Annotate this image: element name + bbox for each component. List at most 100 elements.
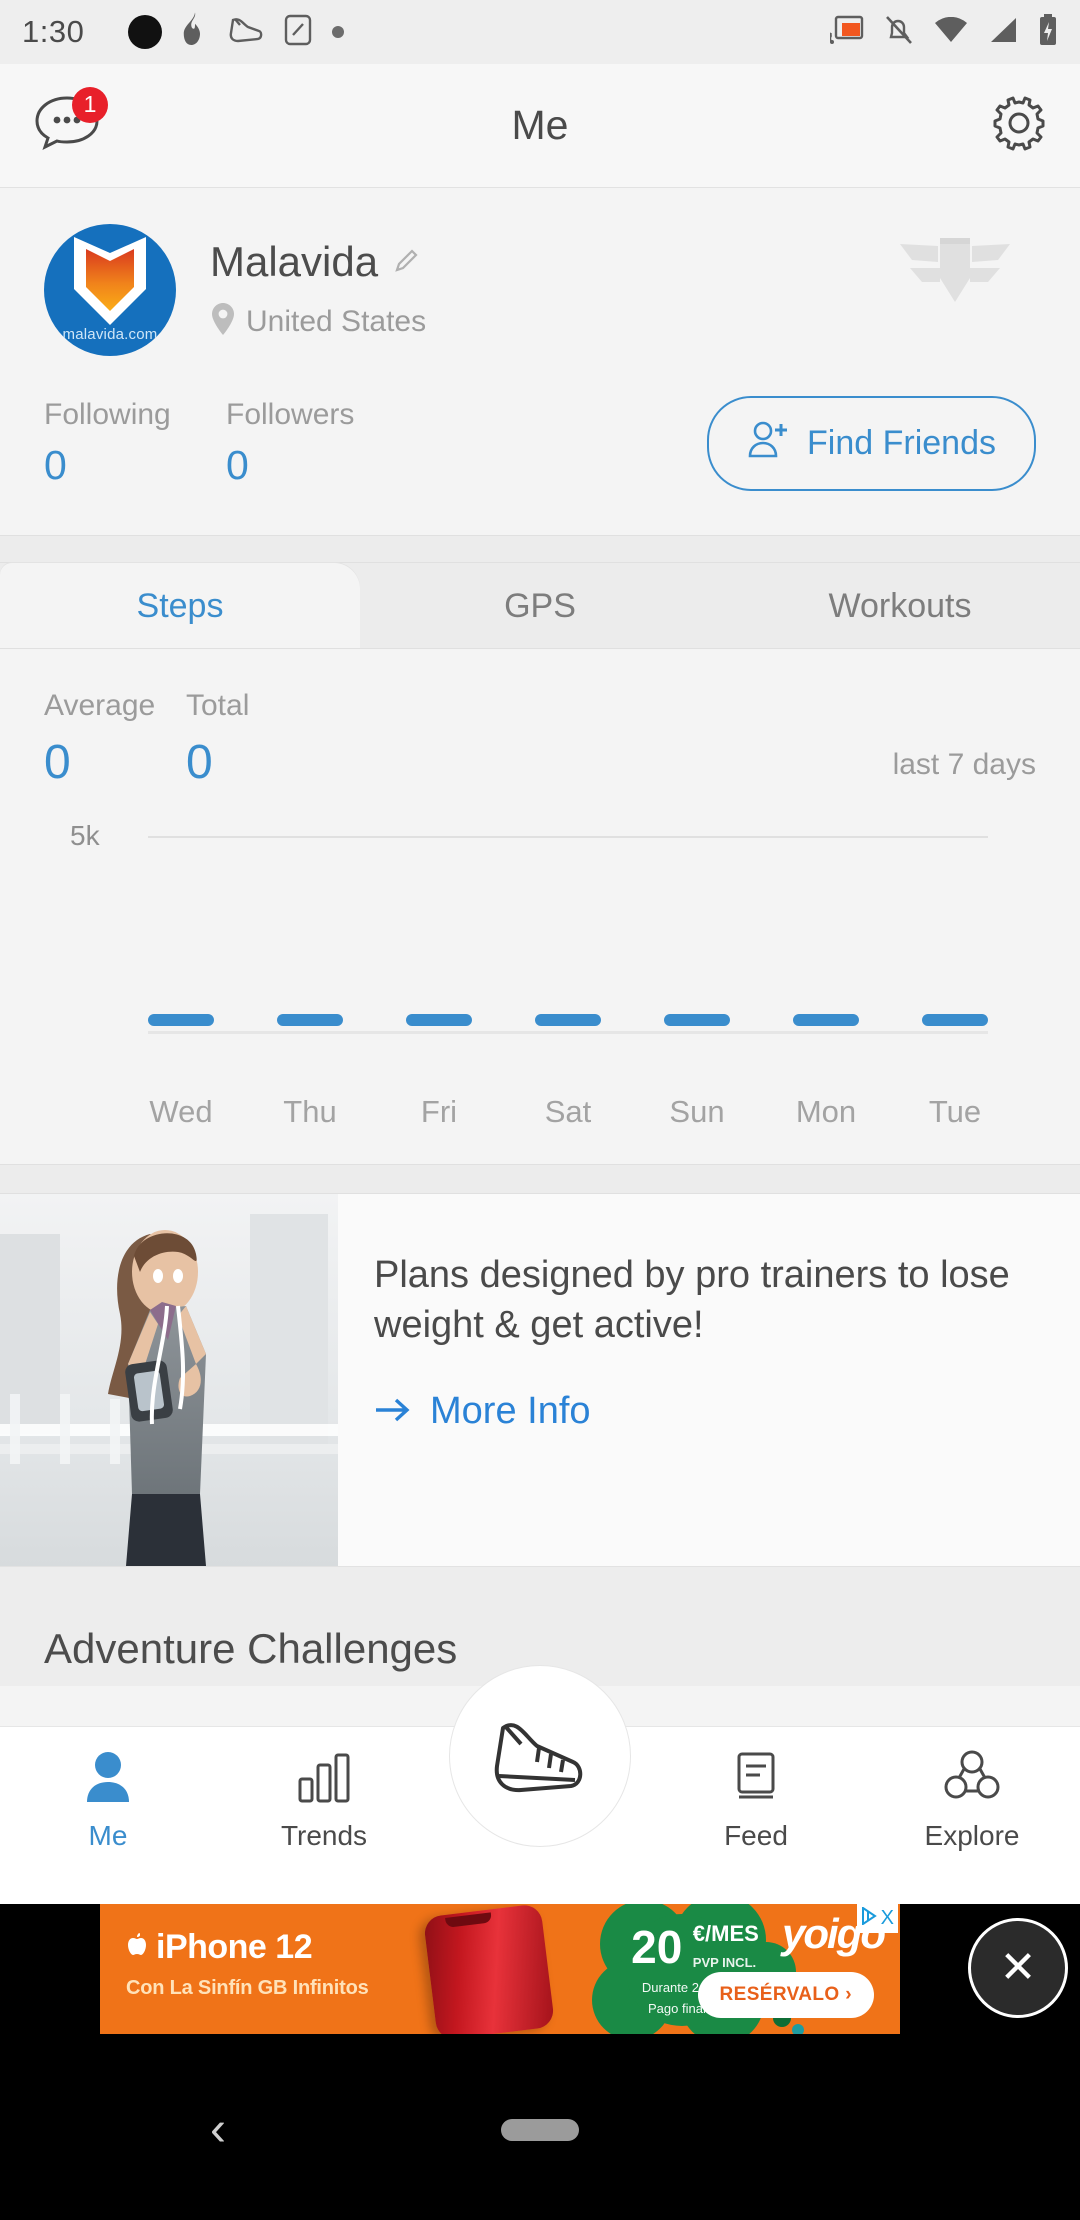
tabs-underline	[0, 648, 1080, 649]
running-shoe-icon	[487, 1706, 593, 1807]
ad-close-button[interactable]: ✕	[968, 1918, 1068, 2018]
adchoices-icon	[861, 1906, 877, 1930]
ad-price-unit-block: €/MES PVP INCL.	[693, 1921, 759, 1973]
shoe-icon	[228, 14, 264, 51]
promo-headline: Plans designed by pro trainers to lose w…	[374, 1254, 1010, 1347]
status-time: 1:30	[22, 14, 85, 49]
feed-document-icon	[729, 1749, 783, 1810]
ad-product-title: iPhone 12	[126, 1928, 369, 1967]
chart-x-label: Tue	[928, 1094, 982, 1129]
total-label: Total	[186, 689, 250, 722]
chart-bar	[535, 1014, 601, 1026]
following-stat[interactable]: Following 0	[44, 398, 226, 489]
chart-bar	[277, 1014, 343, 1026]
cellular-signal-icon	[988, 17, 1018, 48]
ad-cta-button[interactable]: RESÉRVALO ›	[697, 1972, 874, 2018]
start-activity-button[interactable]	[449, 1665, 631, 1847]
small-dot-icon	[332, 26, 345, 38]
adchoices-control[interactable]: X	[856, 1904, 898, 1933]
followers-stat[interactable]: Followers 0	[226, 398, 408, 489]
nav-label-me: Me	[88, 1820, 128, 1851]
notifications-muted-icon	[884, 14, 914, 51]
woman-running-photo	[0, 1194, 338, 1566]
profile-section: malavida.com Malavida United States Foll…	[0, 188, 1080, 535]
steps-summary: Average 0 Total 0 last 7 days	[44, 689, 1036, 790]
wifi-icon	[934, 16, 968, 48]
find-friends-button[interactable]: Find Friends	[707, 396, 1036, 491]
nav-label-explore: Explore	[924, 1820, 1020, 1851]
nav-label-feed: Feed	[724, 1820, 788, 1851]
following-value: 0	[44, 442, 67, 488]
profile-row: malavida.com Malavida United States	[0, 224, 1080, 356]
steps-panel: Average 0 Total 0 last 7 days 5k Wed Thu F…	[0, 649, 1080, 1164]
flame-icon	[180, 12, 210, 53]
settings-button[interactable]	[988, 92, 1050, 159]
chart-bar	[922, 1014, 988, 1026]
nav-item-explore[interactable]: Explore	[864, 1749, 1080, 1852]
promo-text: Plans designed by pro trainers to lose w…	[338, 1194, 1080, 1566]
status-bar-left: 1:30	[22, 12, 345, 53]
more-info-link[interactable]: More Info	[374, 1390, 1036, 1433]
nav-label-trends: Trends	[280, 1820, 368, 1851]
chart-x-label: Sun	[669, 1094, 725, 1129]
ad-price-note: PVP INCL.	[692, 1955, 757, 1970]
chart-x-label: Mon	[795, 1094, 857, 1129]
steps-bar-chart[interactable]: 5k	[44, 820, 1036, 1076]
tab-steps-label: Steps	[136, 586, 224, 625]
bottom-navigation: Me Trends Feed Explore	[0, 1665, 1080, 1904]
profile-stats: Following 0 Followers 0 Find Friends	[0, 356, 1080, 535]
ad-price: 20	[631, 1921, 683, 1973]
tab-gps-label: GPS	[504, 586, 576, 625]
tab-workouts-label: Workouts	[828, 586, 972, 625]
chart-bar	[793, 1014, 859, 1026]
nav-item-trends[interactable]: Trends	[216, 1749, 432, 1852]
activity-tabs: Steps GPS Workouts	[0, 563, 1080, 649]
solid-circle-icon	[128, 15, 163, 49]
tab-steps[interactable]: Steps	[0, 563, 360, 649]
chat-button[interactable]: 1	[30, 86, 108, 163]
find-friends-label: Find Friends	[807, 424, 996, 462]
ad-left-text: iPhone 12 Con La Sinfín GB Infinitos	[126, 1928, 369, 2000]
ad-product-label: iPhone 12	[156, 1928, 313, 1966]
average-stat: Average 0	[44, 689, 186, 790]
followers-label: Followers	[226, 398, 355, 431]
pencil-icon[interactable]	[392, 245, 422, 280]
ad-banner[interactable]: iPhone 12 Con La Sinfín GB Infinitos 20 …	[100, 1904, 900, 2034]
battery-charging-icon	[1038, 13, 1058, 51]
home-pill-icon[interactable]	[501, 2119, 579, 2141]
tab-gps[interactable]: GPS	[360, 563, 720, 649]
phone-screen: 1:30 1 Me malavida.com Malavida United S…	[0, 0, 1080, 2220]
explore-cloud-icon	[943, 1749, 1001, 1810]
location-row: United States	[210, 302, 426, 341]
arrow-right-icon	[374, 1390, 412, 1433]
followers-value: 0	[226, 442, 249, 488]
screenshot-icon	[282, 13, 314, 52]
malavida-logo-icon	[64, 231, 156, 340]
total-value: 0	[186, 736, 213, 789]
chart-bottom-spacer	[44, 1130, 1036, 1164]
location-label: United States	[246, 304, 427, 338]
average-value: 0	[44, 736, 71, 789]
cast-icon	[828, 15, 864, 50]
back-chevron-icon[interactable]: ‹	[210, 2106, 226, 2154]
winged-shield-badge-icon	[882, 230, 1028, 327]
promo-card[interactable]: Plans designed by pro trainers to lose w…	[0, 1194, 1080, 1566]
avatar[interactable]: malavida.com	[44, 224, 176, 356]
chart-bar	[406, 1014, 472, 1026]
username-row[interactable]: Malavida	[210, 238, 426, 286]
page-title: Me	[511, 102, 569, 148]
bar-chart-icon	[294, 1749, 354, 1810]
more-info-label: More Info	[430, 1390, 591, 1433]
ad-zone: iPhone 12 Con La Sinfín GB Infinitos 20 …	[0, 1904, 1080, 2040]
username: Malavida	[210, 238, 379, 285]
adchoices-close-label: X	[880, 1907, 894, 1929]
close-icon: ✕	[999, 1943, 1037, 1992]
chart-bar	[148, 1014, 214, 1026]
tab-workouts[interactable]: Workouts	[720, 563, 1080, 649]
profile-info: Malavida United States	[210, 224, 426, 341]
nav-item-feed[interactable]: Feed	[648, 1749, 864, 1852]
chart-x-label: Sat	[544, 1094, 592, 1129]
chart-x-label: Thu	[283, 1094, 337, 1129]
ad-price-unit: €/MES	[692, 1921, 759, 1946]
nav-item-me[interactable]: Me	[0, 1749, 216, 1852]
